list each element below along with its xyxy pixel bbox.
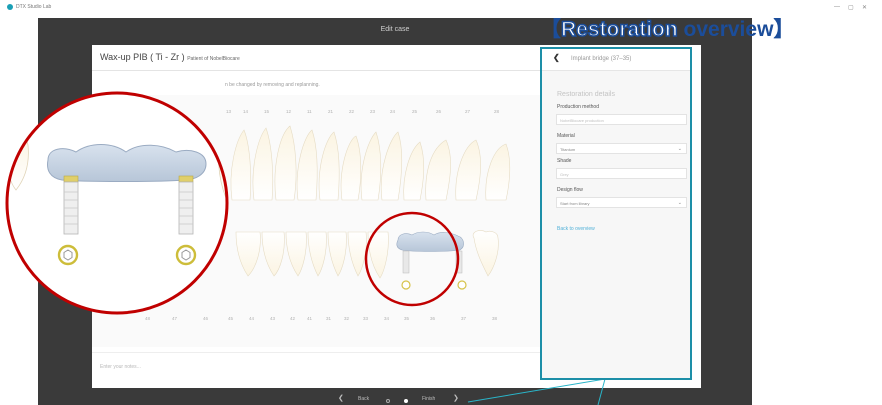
step-dot[interactable] — [386, 399, 390, 403]
teeth-illustration — [5, 91, 606, 405]
chevron-right-icon[interactable]: ❯ — [453, 394, 459, 402]
finish-button[interactable]: Finish — [422, 396, 435, 402]
panel-highlight-frame — [540, 47, 692, 380]
bracket-close: 】 — [773, 18, 795, 41]
overlay-title: 【Restoration overview】 — [540, 13, 794, 43]
chevron-left-icon[interactable]: ❮ — [338, 394, 344, 402]
step-dot-active[interactable] — [404, 399, 408, 403]
bracket-open: 【 — [540, 18, 561, 41]
wizard-footer — [38, 393, 752, 405]
back-button[interactable]: Back — [358, 396, 369, 402]
overlay-title-word1: Restoration — [560, 17, 678, 42]
overlay-title-word2: overview — [677, 18, 774, 41]
